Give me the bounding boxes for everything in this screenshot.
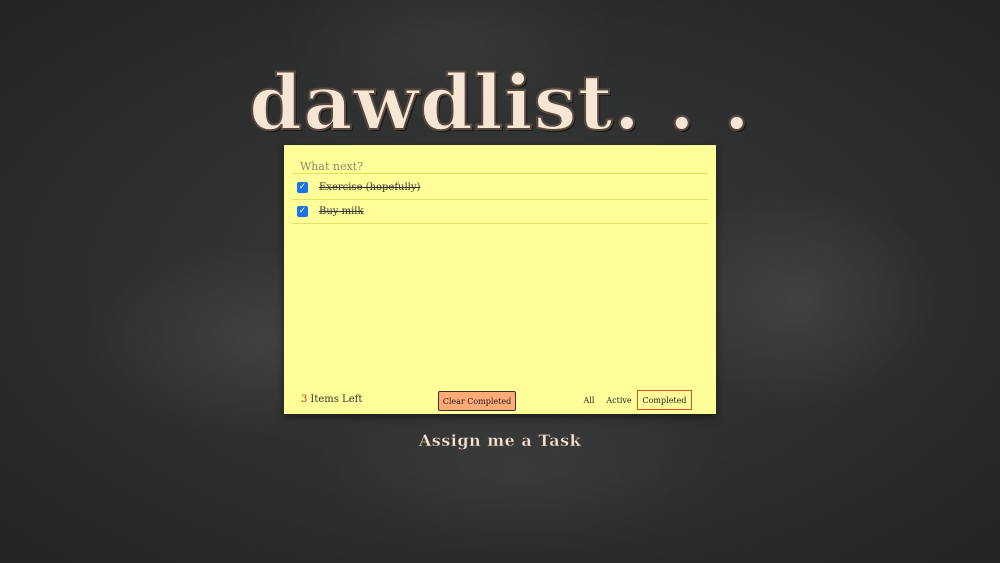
filter-completed[interactable]: Completed xyxy=(637,390,692,410)
clear-completed-button[interactable]: Clear Completed xyxy=(438,391,516,411)
items-left-count: 3 xyxy=(301,394,308,405)
task-checkbox[interactable]: ✓ xyxy=(297,206,308,217)
filter-all[interactable]: All xyxy=(580,390,598,410)
todo-footer: 3 Items Left Clear Completed All Active C… xyxy=(284,390,716,412)
new-task-input[interactable] xyxy=(292,157,708,176)
task-list: ✓ Exercise (hopefully) ✓ Buy milk xyxy=(292,176,708,224)
todo-card: ✓ Exercise (hopefully) ✓ Buy milk 3Items… xyxy=(284,145,716,414)
task-text[interactable]: Exercise (hopefully) xyxy=(319,182,420,193)
filter-active[interactable]: Active xyxy=(606,390,632,410)
task-text[interactable]: Buy milk xyxy=(319,206,364,217)
app-title: dawdlist. . . xyxy=(248,57,751,148)
new-task-row xyxy=(292,155,708,176)
task-item: ✓ Exercise (hopefully) xyxy=(292,176,708,200)
task-checkbox[interactable]: ✓ xyxy=(297,182,308,193)
items-left-label: Items Left xyxy=(310,394,363,405)
check-icon: ✓ xyxy=(298,182,307,192)
items-left: 3 Items Left xyxy=(301,394,362,405)
tagline: Assign me a Task xyxy=(418,431,582,451)
check-icon: ✓ xyxy=(298,206,307,216)
task-item: ✓ Buy milk xyxy=(292,200,708,224)
